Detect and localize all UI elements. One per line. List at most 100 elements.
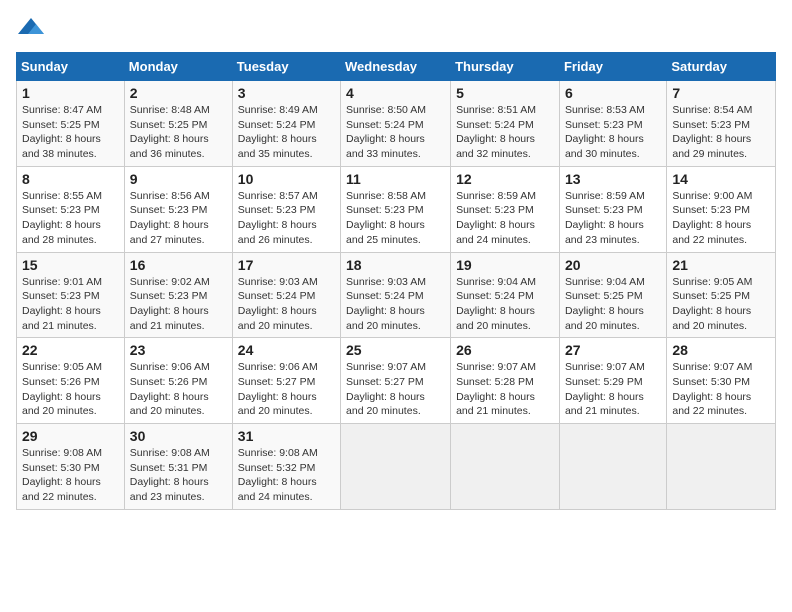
calendar: SundayMondayTuesdayWednesdayThursdayFrid… xyxy=(16,52,776,510)
day-info: Sunrise: 8:58 AM Sunset: 5:23 PM Dayligh… xyxy=(346,189,445,248)
day-number: 7 xyxy=(672,85,770,101)
day-info: Sunrise: 8:53 AM Sunset: 5:23 PM Dayligh… xyxy=(565,103,661,162)
day-info: Sunrise: 9:08 AM Sunset: 5:30 PM Dayligh… xyxy=(22,446,119,505)
day-number: 6 xyxy=(565,85,661,101)
header xyxy=(16,16,776,40)
day-info: Sunrise: 9:07 AM Sunset: 5:29 PM Dayligh… xyxy=(565,360,661,419)
calendar-week-row: 8 Sunrise: 8:55 AM Sunset: 5:23 PM Daylig… xyxy=(17,166,776,252)
calendar-cell: 12 Sunrise: 8:59 AM Sunset: 5:23 PM Dayli… xyxy=(451,166,560,252)
day-info: Sunrise: 8:47 AM Sunset: 5:25 PM Dayligh… xyxy=(22,103,119,162)
weekday-header: Tuesday xyxy=(232,53,340,81)
day-number: 1 xyxy=(22,85,119,101)
day-number: 10 xyxy=(238,171,335,187)
day-number: 20 xyxy=(565,257,661,273)
weekday-header: Sunday xyxy=(17,53,125,81)
day-info: Sunrise: 9:07 AM Sunset: 5:27 PM Dayligh… xyxy=(346,360,445,419)
calendar-week-row: 1 Sunrise: 8:47 AM Sunset: 5:25 PM Daylig… xyxy=(17,81,776,167)
day-number: 25 xyxy=(346,342,445,358)
calendar-cell: 28 Sunrise: 9:07 AM Sunset: 5:30 PM Dayli… xyxy=(667,338,776,424)
day-number: 3 xyxy=(238,85,335,101)
calendar-cell: 4 Sunrise: 8:50 AM Sunset: 5:24 PM Daylig… xyxy=(341,81,451,167)
day-info: Sunrise: 9:07 AM Sunset: 5:30 PM Dayligh… xyxy=(672,360,770,419)
day-info: Sunrise: 9:04 AM Sunset: 5:25 PM Dayligh… xyxy=(565,275,661,334)
calendar-cell: 19Sunrise: 9:04 AM Sunset: 5:24 PM Dayli… xyxy=(451,252,560,338)
calendar-cell xyxy=(559,424,666,510)
day-info: Sunrise: 8:59 AM Sunset: 5:23 PM Dayligh… xyxy=(456,189,554,248)
calendar-cell: 20 Sunrise: 9:04 AM Sunset: 5:25 PM Dayli… xyxy=(559,252,666,338)
day-number: 17 xyxy=(238,257,335,273)
day-number: 8 xyxy=(22,171,119,187)
day-info: Sunrise: 8:57 AM Sunset: 5:23 PM Dayligh… xyxy=(238,189,335,248)
calendar-cell xyxy=(667,424,776,510)
calendar-cell: 17Sunrise: 9:03 AM Sunset: 5:24 PM Dayli… xyxy=(232,252,340,338)
day-number: 30 xyxy=(130,428,227,444)
calendar-cell: 26Sunrise: 9:07 AM Sunset: 5:28 PM Dayli… xyxy=(451,338,560,424)
weekday-header: Wednesday xyxy=(341,53,451,81)
day-info: Sunrise: 9:07 AM Sunset: 5:28 PM Dayligh… xyxy=(456,360,554,419)
calendar-cell: 27 Sunrise: 9:07 AM Sunset: 5:29 PM Dayli… xyxy=(559,338,666,424)
day-number: 16 xyxy=(130,257,227,273)
calendar-cell xyxy=(341,424,451,510)
day-number: 4 xyxy=(346,85,445,101)
logo-icon xyxy=(16,16,46,40)
calendar-cell: 29Sunrise: 9:08 AM Sunset: 5:30 PM Dayli… xyxy=(17,424,125,510)
calendar-cell: 1 Sunrise: 8:47 AM Sunset: 5:25 PM Daylig… xyxy=(17,81,125,167)
day-number: 14 xyxy=(672,171,770,187)
calendar-cell: 10 Sunrise: 8:57 AM Sunset: 5:23 PM Dayli… xyxy=(232,166,340,252)
day-info: Sunrise: 9:08 AM Sunset: 5:31 PM Dayligh… xyxy=(130,446,227,505)
day-info: Sunrise: 8:48 AM Sunset: 5:25 PM Dayligh… xyxy=(130,103,227,162)
day-info: Sunrise: 9:05 AM Sunset: 5:25 PM Dayligh… xyxy=(672,275,770,334)
day-info: Sunrise: 8:59 AM Sunset: 5:23 PM Dayligh… xyxy=(565,189,661,248)
day-number: 21 xyxy=(672,257,770,273)
day-number: 11 xyxy=(346,171,445,187)
calendar-cell: 18 Sunrise: 9:03 AM Sunset: 5:24 PM Dayli… xyxy=(341,252,451,338)
day-info: Sunrise: 9:04 AM Sunset: 5:24 PM Dayligh… xyxy=(456,275,554,334)
calendar-cell: 3Sunrise: 8:49 AM Sunset: 5:24 PM Daylig… xyxy=(232,81,340,167)
day-info: Sunrise: 9:02 AM Sunset: 5:23 PM Dayligh… xyxy=(130,275,227,334)
calendar-cell: 21 Sunrise: 9:05 AM Sunset: 5:25 PM Dayli… xyxy=(667,252,776,338)
day-number: 15 xyxy=(22,257,119,273)
day-info: Sunrise: 9:03 AM Sunset: 5:24 PM Dayligh… xyxy=(346,275,445,334)
day-number: 2 xyxy=(130,85,227,101)
day-number: 9 xyxy=(130,171,227,187)
calendar-cell: 25 Sunrise: 9:07 AM Sunset: 5:27 PM Dayli… xyxy=(341,338,451,424)
day-number: 5 xyxy=(456,85,554,101)
calendar-cell: 24 Sunrise: 9:06 AM Sunset: 5:27 PM Dayli… xyxy=(232,338,340,424)
calendar-cell: 2 Sunrise: 8:48 AM Sunset: 5:25 PM Daylig… xyxy=(124,81,232,167)
calendar-cell: 14 Sunrise: 9:00 AM Sunset: 5:23 PM Dayli… xyxy=(667,166,776,252)
calendar-week-row: 15 Sunrise: 9:01 AM Sunset: 5:23 PM Dayli… xyxy=(17,252,776,338)
day-info: Sunrise: 9:06 AM Sunset: 5:27 PM Dayligh… xyxy=(238,360,335,419)
day-info: Sunrise: 8:50 AM Sunset: 5:24 PM Dayligh… xyxy=(346,103,445,162)
day-info: Sunrise: 8:55 AM Sunset: 5:23 PM Dayligh… xyxy=(22,189,119,248)
calendar-cell: 9 Sunrise: 8:56 AM Sunset: 5:23 PM Daylig… xyxy=(124,166,232,252)
day-info: Sunrise: 9:01 AM Sunset: 5:23 PM Dayligh… xyxy=(22,275,119,334)
weekday-header: Thursday xyxy=(451,53,560,81)
calendar-cell: 13 Sunrise: 8:59 AM Sunset: 5:23 PM Dayli… xyxy=(559,166,666,252)
day-info: Sunrise: 8:54 AM Sunset: 5:23 PM Dayligh… xyxy=(672,103,770,162)
calendar-cell xyxy=(451,424,560,510)
calendar-week-row: 29Sunrise: 9:08 AM Sunset: 5:30 PM Dayli… xyxy=(17,424,776,510)
calendar-cell: 23Sunrise: 9:06 AM Sunset: 5:26 PM Dayli… xyxy=(124,338,232,424)
day-info: Sunrise: 9:08 AM Sunset: 5:32 PM Dayligh… xyxy=(238,446,335,505)
calendar-week-row: 22 Sunrise: 9:05 AM Sunset: 5:26 PM Dayli… xyxy=(17,338,776,424)
day-number: 13 xyxy=(565,171,661,187)
day-number: 27 xyxy=(565,342,661,358)
day-number: 28 xyxy=(672,342,770,358)
day-info: Sunrise: 9:00 AM Sunset: 5:23 PM Dayligh… xyxy=(672,189,770,248)
calendar-cell: 15 Sunrise: 9:01 AM Sunset: 5:23 PM Dayli… xyxy=(17,252,125,338)
day-info: Sunrise: 8:56 AM Sunset: 5:23 PM Dayligh… xyxy=(130,189,227,248)
weekday-header: Saturday xyxy=(667,53,776,81)
day-number: 31 xyxy=(238,428,335,444)
day-info: Sunrise: 9:05 AM Sunset: 5:26 PM Dayligh… xyxy=(22,360,119,419)
weekday-header: Friday xyxy=(559,53,666,81)
calendar-cell: 7 Sunrise: 8:54 AM Sunset: 5:23 PM Daylig… xyxy=(667,81,776,167)
weekday-header: Monday xyxy=(124,53,232,81)
day-number: 22 xyxy=(22,342,119,358)
calendar-header-row: SundayMondayTuesdayWednesdayThursdayFrid… xyxy=(17,53,776,81)
day-number: 24 xyxy=(238,342,335,358)
day-number: 18 xyxy=(346,257,445,273)
logo xyxy=(16,16,50,40)
calendar-cell: 31 Sunrise: 9:08 AM Sunset: 5:32 PM Dayli… xyxy=(232,424,340,510)
day-info: Sunrise: 9:06 AM Sunset: 5:26 PM Dayligh… xyxy=(130,360,227,419)
day-number: 12 xyxy=(456,171,554,187)
